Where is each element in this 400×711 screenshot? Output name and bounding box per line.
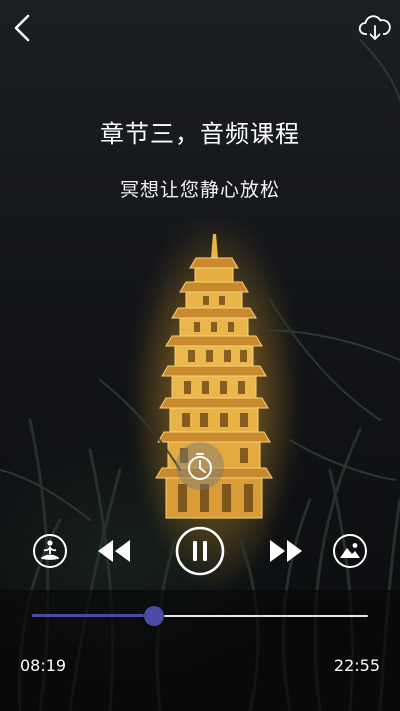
pause-icon [175,526,225,576]
progress-slider[interactable] [32,606,368,626]
progress-thumb[interactable] [144,606,164,626]
forward-button[interactable] [268,535,304,567]
background-image-button[interactable] [332,533,368,569]
image-icon [333,534,367,568]
pagoda-background-image [0,39,400,711]
cloud-download-icon [358,15,391,40]
timer-button[interactable] [176,442,224,490]
lesson-subtitle: 冥想让您静心放松 [119,179,280,201]
back-button[interactable] [8,10,40,46]
total-time: 22:55 [333,656,380,675]
chevron-left-icon [14,14,30,42]
rewind-icon [98,540,130,562]
pause-button[interactable] [175,526,225,576]
playback-controls [0,522,400,580]
fast-forward-icon [270,540,302,562]
meditation-button[interactable] [32,533,68,569]
progress-fill [32,614,154,617]
download-button[interactable] [358,12,392,44]
meditation-figure-icon [33,534,67,568]
timer-icon [188,453,212,480]
lesson-title: 章节三，音频课程 [100,120,300,148]
rewind-button[interactable] [96,535,132,567]
top-bar [0,0,400,56]
elapsed-time: 08:19 [20,656,67,675]
